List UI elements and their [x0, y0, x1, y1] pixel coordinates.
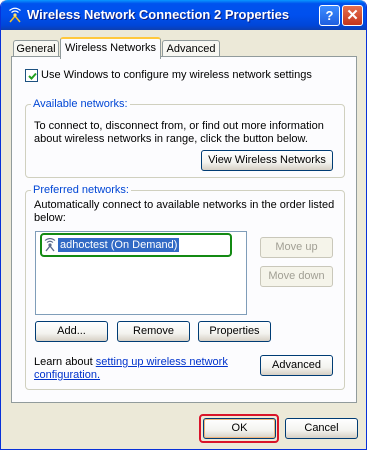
window-title: Wireless Network Connection 2 Properties	[27, 7, 290, 22]
ok-button[interactable]: OK	[203, 418, 276, 439]
setup-link[interactable]: setting up wireless network	[96, 356, 228, 368]
use-windows-label: Use Windows to configure my wireless net…	[41, 69, 312, 81]
available-description-line1: To connect to, disconnect from, or find …	[34, 120, 324, 132]
preferred-networks-title: Preferred networks:	[31, 184, 131, 196]
setup-link-continued[interactable]: configuration.	[34, 369, 100, 381]
use-windows-checkbox[interactable]	[25, 69, 38, 82]
tab-wireless-networks[interactable]: Wireless Networks	[60, 37, 161, 59]
cancel-button[interactable]: Cancel	[285, 418, 358, 439]
properties-button[interactable]: Properties	[198, 321, 271, 342]
move-down-button[interactable]: Move down	[260, 266, 333, 287]
close-button[interactable]: ✕	[342, 5, 363, 26]
remove-button[interactable]: Remove	[117, 321, 190, 342]
list-item[interactable]: adhoctest (On Demand)	[58, 238, 180, 252]
learn-about-prefix: Learn about	[34, 356, 96, 368]
preferred-description-line2: below:	[34, 212, 66, 224]
title-bar[interactable]: Wireless Network Connection 2 Properties…	[1, 0, 366, 30]
checkmark-icon	[28, 72, 37, 80]
available-networks-title: Available networks:	[31, 98, 130, 110]
help-button[interactable]: ?	[319, 5, 340, 26]
view-wireless-networks-button[interactable]: View Wireless Networks	[201, 150, 333, 171]
tab-advanced[interactable]: Advanced	[162, 40, 220, 57]
properties-dialog: Wireless Network Connection 2 Properties…	[0, 0, 367, 450]
advanced-button[interactable]: Advanced	[260, 355, 333, 376]
wireless-network-icon	[9, 7, 21, 23]
available-description-line2: about wireless networks in range, click …	[34, 133, 308, 145]
add-button[interactable]: Add...	[35, 321, 108, 342]
learn-about-text: Learn about setting up wireless network	[34, 356, 228, 368]
network-antenna-icon	[44, 238, 56, 252]
tab-general[interactable]: General	[13, 40, 59, 57]
preferred-description-line1: Automatically connect to available netwo…	[34, 199, 335, 211]
move-up-button[interactable]: Move up	[260, 237, 333, 258]
